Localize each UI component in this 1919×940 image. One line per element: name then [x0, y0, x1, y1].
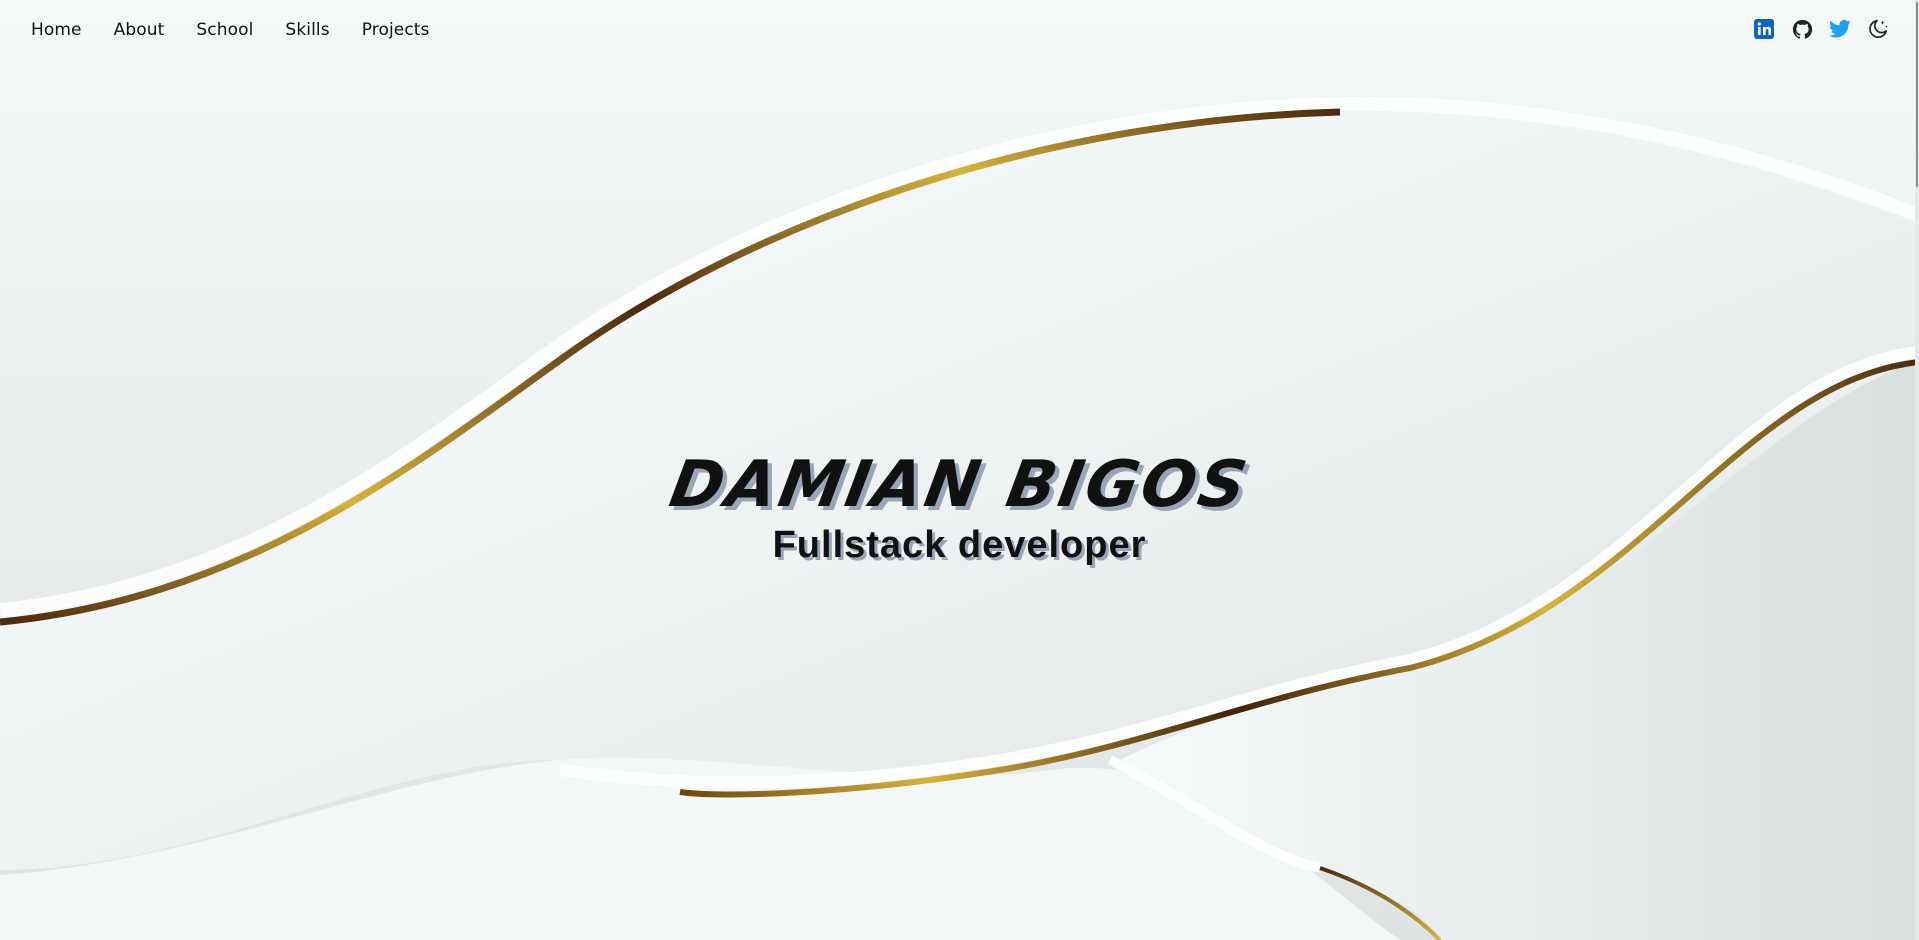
- twitter-icon[interactable]: [1828, 17, 1852, 41]
- moon-icon[interactable]: [1866, 17, 1890, 41]
- github-icon[interactable]: [1790, 17, 1814, 41]
- hero-role: Fullstack developer: [772, 524, 1147, 566]
- page: Home About School Skills Projects DAMIAN…: [0, 0, 1919, 940]
- top-nav: Home About School Skills Projects: [0, 0, 1919, 62]
- nav-link-home[interactable]: Home: [31, 20, 82, 40]
- hero: DAMIAN BIGOS Fullstack developer: [0, 448, 1919, 567]
- linkedin-icon[interactable]: [1752, 17, 1776, 41]
- hero-name: DAMIAN BIGOS: [664, 448, 1255, 522]
- scrollbar[interactable]: [1915, 0, 1919, 940]
- nav-link-school[interactable]: School: [196, 20, 253, 40]
- nav-link-about[interactable]: About: [114, 20, 165, 40]
- social-icons: [1752, 17, 1890, 41]
- nav-link-skills[interactable]: Skills: [285, 20, 329, 40]
- scrollbar-thumb[interactable]: [1916, 2, 1918, 187]
- nav-links: Home About School Skills Projects: [31, 20, 462, 40]
- nav-link-projects[interactable]: Projects: [362, 20, 430, 40]
